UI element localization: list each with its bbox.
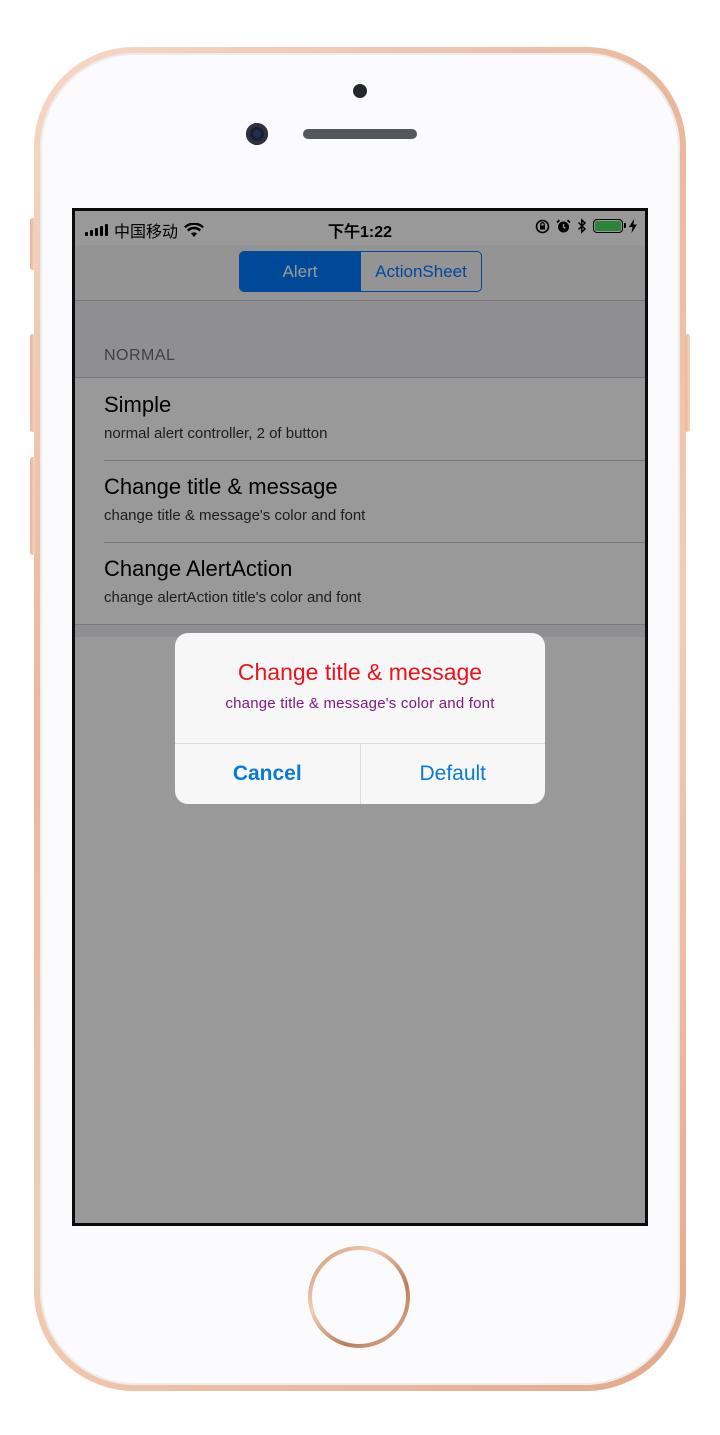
alert-dialog: Change title & message change title & me… bbox=[175, 633, 545, 804]
screen: 中国移动 下午1:22 Alert ActionSheet NORMAL Sim… bbox=[72, 208, 648, 1226]
cancel-button[interactable]: Cancel bbox=[175, 744, 360, 804]
proximity-sensor bbox=[353, 84, 367, 98]
alert-title: Change title & message bbox=[237, 659, 483, 685]
earpiece-speaker bbox=[303, 129, 417, 139]
silent-switch bbox=[30, 218, 35, 270]
power-button bbox=[685, 334, 690, 432]
front-camera-icon bbox=[246, 123, 268, 145]
alert-message: change title & message's color and font bbox=[225, 695, 495, 712]
default-button[interactable]: Default bbox=[359, 744, 546, 804]
volume-up-button bbox=[30, 334, 35, 432]
volume-down-button bbox=[30, 457, 35, 555]
alert-actions: Cancel Default bbox=[175, 743, 545, 804]
home-button[interactable] bbox=[308, 1246, 410, 1348]
